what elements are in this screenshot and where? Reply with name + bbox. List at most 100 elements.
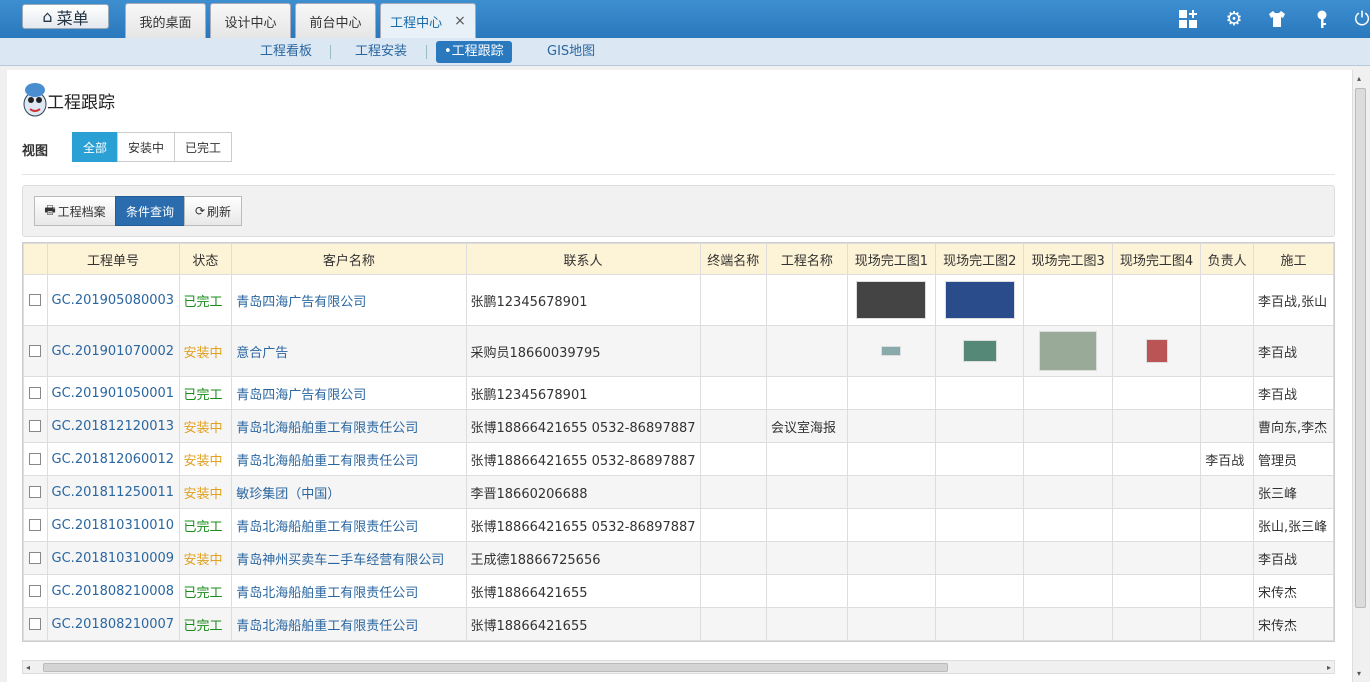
table-row[interactable]: GC.201810310009 安装中 青岛神州买卖车二手车经营有限公司 王成德188… — [23, 541, 1334, 575]
grid-plus-icon[interactable] — [1177, 8, 1199, 30]
header-checkbox-cell — [23, 243, 48, 275]
tab-frontdesk-center[interactable]: 前台中心 — [295, 3, 376, 38]
key-icon[interactable] — [1311, 8, 1333, 30]
header-photo-2[interactable]: 现场完工图2 — [935, 243, 1025, 275]
header-crew[interactable]: 施工 — [1252, 243, 1334, 275]
row-checkbox[interactable] — [29, 552, 42, 564]
table-row[interactable]: GC.201905080003 已完工 青岛四海广告有限公司 张鹏1234567890… — [23, 274, 1334, 326]
header-photo-4[interactable]: 现场完工图4 — [1111, 243, 1202, 275]
customer-cell[interactable]: 青岛神州买卖车二手车经营有限公司 — [231, 541, 467, 575]
completion-photo-thumbnail[interactable] — [1039, 331, 1098, 371]
row-checkbox[interactable] — [29, 486, 42, 498]
project-no-cell[interactable]: GC.201810310009 — [46, 541, 180, 575]
table-row[interactable]: GC.201810310010 已完工 青岛北海船舶重工有限责任公司 张博188664… — [23, 508, 1334, 542]
customer-cell[interactable]: 青岛北海船舶重工有限责任公司 — [231, 508, 467, 542]
table-row[interactable]: GC.201808210007 已完工 青岛北海船舶重工有限责任公司 张博188664… — [23, 607, 1334, 641]
horizontal-scrollbar[interactable]: ◂ ▸ — [22, 660, 1335, 674]
customer-cell[interactable]: 青岛四海广告有限公司 — [231, 376, 467, 410]
project-no-cell[interactable]: GC.201901050001 — [46, 376, 180, 410]
row-checkbox-cell[interactable] — [23, 442, 48, 476]
customer-cell[interactable]: 青岛北海船舶重工有限责任公司 — [231, 574, 467, 608]
subnav-project-tracking[interactable]: •工程跟踪 — [436, 41, 512, 63]
project-no-cell[interactable]: GC.201808210008 — [46, 574, 180, 608]
project-no-cell[interactable]: GC.201905080003 — [46, 274, 180, 326]
tab-design-center[interactable]: 设计中心 — [210, 3, 291, 38]
project-no-cell[interactable]: GC.201808210007 — [46, 607, 180, 641]
customer-cell[interactable]: 青岛北海船舶重工有限责任公司 — [231, 442, 467, 476]
table-row[interactable]: GC.201812060012 安装中 青岛北海船舶重工有限责任公司 张博188664… — [23, 442, 1334, 476]
customer-cell[interactable]: 意合广告 — [231, 325, 467, 377]
vertical-scrollbar[interactable]: ▴ ▾ — [1352, 70, 1368, 682]
table-row[interactable]: GC.201812120013 安装中 青岛北海船舶重工有限责任公司 张博188664… — [23, 409, 1334, 443]
completion-photo-thumbnail[interactable] — [856, 281, 927, 319]
row-checkbox-cell[interactable] — [23, 541, 48, 575]
horizontal-scroll-thumb[interactable] — [43, 663, 948, 672]
header-owner[interactable]: 负责人 — [1200, 243, 1254, 275]
scroll-down-icon[interactable]: ▾ — [1357, 669, 1361, 678]
row-checkbox[interactable] — [29, 345, 42, 357]
row-checkbox-cell[interactable] — [23, 607, 48, 641]
header-photo-1[interactable]: 现场完工图1 — [846, 243, 937, 275]
header-photo-3[interactable]: 现场完工图3 — [1023, 243, 1113, 275]
gear-icon[interactable]: ⚙ — [1223, 8, 1245, 30]
row-checkbox-cell[interactable] — [23, 574, 48, 608]
project-no-cell[interactable]: GC.201812120013 — [46, 409, 180, 443]
view-all-button[interactable]: 全部 — [72, 132, 118, 162]
scroll-right-icon[interactable]: ▸ — [1327, 663, 1331, 672]
vertical-scroll-thumb[interactable] — [1355, 88, 1366, 608]
subnav-project-install[interactable]: 工程安装 — [347, 41, 415, 63]
view-completed-button[interactable]: 已完工 — [174, 132, 232, 162]
project-no-cell[interactable]: GC.201812060012 — [46, 442, 180, 476]
row-checkbox[interactable] — [29, 294, 42, 306]
refresh-button[interactable]: ⟳ 刷新 — [184, 196, 242, 226]
row-checkbox-cell[interactable] — [23, 274, 48, 326]
row-checkbox[interactable] — [29, 519, 42, 531]
completion-photo-thumbnail[interactable] — [881, 346, 902, 356]
project-name-cell — [765, 325, 848, 377]
shirt-icon[interactable] — [1266, 8, 1288, 30]
customer-cell[interactable]: 敏珍集团（中国） — [231, 475, 467, 509]
tab-engineering-center[interactable]: 工程中心 × — [380, 3, 476, 38]
power-icon[interactable]: ⏻ — [1351, 8, 1370, 30]
completion-photo-thumbnail[interactable] — [944, 281, 1015, 319]
row-checkbox-cell[interactable] — [23, 508, 48, 542]
completion-photo-thumbnail[interactable] — [1145, 339, 1168, 363]
project-no-cell[interactable]: GC.201810310010 — [46, 508, 180, 542]
row-checkbox[interactable] — [29, 585, 42, 597]
header-customer[interactable]: 客户名称 — [231, 243, 467, 275]
table-row[interactable]: GC.201901050001 已完工 青岛四海广告有限公司 张鹏1234567890… — [23, 376, 1334, 410]
tab-desktop[interactable]: 我的桌面 — [125, 3, 206, 38]
completion-photo-thumbnail[interactable] — [962, 340, 997, 362]
condition-query-button[interactable]: 条件查询 — [115, 196, 185, 226]
customer-cell[interactable]: 青岛四海广告有限公司 — [231, 274, 467, 326]
header-project-no[interactable]: 工程单号 — [46, 243, 180, 275]
table-row[interactable]: GC.201808210008 已完工 青岛北海船舶重工有限责任公司 张博188664… — [23, 574, 1334, 608]
row-checkbox[interactable] — [29, 420, 42, 432]
header-project-name[interactable]: 工程名称 — [765, 243, 848, 275]
row-checkbox[interactable] — [29, 453, 42, 465]
close-icon[interactable]: × — [454, 13, 466, 29]
table-row[interactable]: GC.201901070002 安装中 意合广告 采购员18660039795 李百战 — [23, 325, 1334, 377]
header-status[interactable]: 状态 — [178, 243, 233, 275]
row-checkbox-cell[interactable] — [23, 475, 48, 509]
menu-button[interactable]: ⌂ 菜单 — [22, 4, 109, 29]
header-terminal[interactable]: 终端名称 — [699, 243, 767, 275]
customer-cell[interactable]: 青岛北海船舶重工有限责任公司 — [231, 607, 467, 641]
project-archive-button[interactable]: 🖶 工程档案 — [34, 196, 116, 226]
row-checkbox[interactable] — [29, 387, 42, 399]
row-checkbox-cell[interactable] — [23, 325, 48, 377]
project-no-cell[interactable]: GC.201811250011 — [46, 475, 180, 509]
subnav-gis-map[interactable]: GIS地图 — [539, 41, 603, 63]
row-checkbox[interactable] — [29, 618, 42, 630]
photo-cell — [1023, 274, 1113, 326]
customer-cell[interactable]: 青岛北海船舶重工有限责任公司 — [231, 409, 467, 443]
scroll-left-icon[interactable]: ◂ — [26, 663, 30, 672]
scroll-up-icon[interactable]: ▴ — [1357, 74, 1361, 83]
row-checkbox-cell[interactable] — [23, 376, 48, 410]
subnav-project-board[interactable]: 工程看板 — [252, 41, 320, 63]
row-checkbox-cell[interactable] — [23, 409, 48, 443]
header-contact[interactable]: 联系人 — [465, 243, 701, 275]
table-row[interactable]: GC.201811250011 安装中 敏珍集团（中国） 李晋18660206688 张… — [23, 475, 1334, 509]
project-no-cell[interactable]: GC.201901070002 — [46, 325, 180, 377]
view-installing-button[interactable]: 安装中 — [117, 132, 175, 162]
